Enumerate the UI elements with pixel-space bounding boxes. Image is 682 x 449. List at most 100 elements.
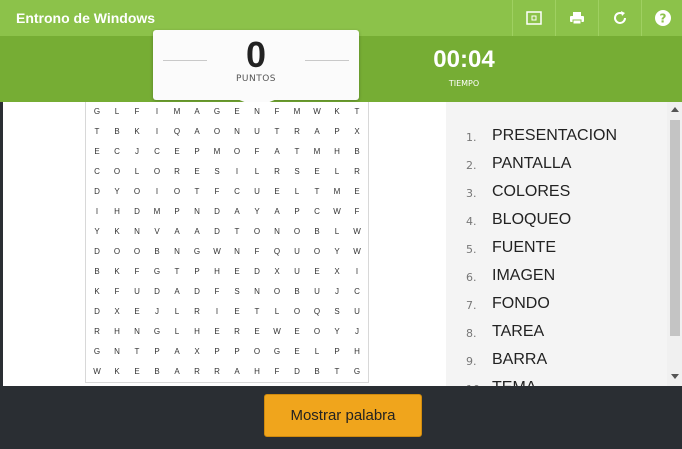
grid-cell[interactable]: A — [167, 342, 187, 362]
grid-cell[interactable]: D — [87, 182, 107, 202]
grid-cell[interactable]: D — [127, 202, 147, 222]
grid-cell[interactable]: H — [247, 362, 267, 382]
grid-cell[interactable]: I — [347, 262, 367, 282]
grid-cell[interactable]: P — [227, 342, 247, 362]
grid-cell[interactable]: O — [127, 182, 147, 202]
grid-cell[interactable]: L — [327, 222, 347, 242]
grid-cell[interactable]: O — [127, 242, 147, 262]
grid-cell[interactable]: M — [207, 142, 227, 162]
grid-cell[interactable]: D — [187, 282, 207, 302]
grid-cell[interactable]: B — [287, 282, 307, 302]
grid-cell[interactable]: I — [227, 162, 247, 182]
grid-cell[interactable]: E — [207, 322, 227, 342]
grid-cell[interactable]: Q — [167, 122, 187, 142]
grid-cell[interactable]: E — [347, 182, 367, 202]
grid-cell[interactable]: D — [207, 202, 227, 222]
grid-cell[interactable]: U — [247, 122, 267, 142]
grid-cell[interactable]: S — [287, 162, 307, 182]
grid-cell[interactable]: E — [127, 302, 147, 322]
grid-cell[interactable]: Y — [87, 222, 107, 242]
grid-cell[interactable]: D — [87, 302, 107, 322]
grid-cell[interactable]: O — [227, 142, 247, 162]
scroll-up-icon[interactable] — [671, 107, 679, 112]
grid-cell[interactable]: U — [247, 182, 267, 202]
grid-cell[interactable]: T — [347, 102, 367, 122]
grid-cell[interactable]: G — [267, 342, 287, 362]
grid-cell[interactable]: X — [107, 302, 127, 322]
grid-cell[interactable]: C — [227, 182, 247, 202]
grid-cell[interactable]: D — [87, 242, 107, 262]
grid-cell[interactable]: I — [87, 202, 107, 222]
grid-cell[interactable]: M — [307, 142, 327, 162]
grid-cell[interactable]: O — [107, 242, 127, 262]
grid-cell[interactable]: K — [87, 282, 107, 302]
grid-cell[interactable]: T — [167, 262, 187, 282]
grid-cell[interactable]: F — [107, 282, 127, 302]
grid-cell[interactable]: A — [187, 122, 207, 142]
grid-cell[interactable]: F — [267, 362, 287, 382]
grid-cell[interactable]: O — [247, 222, 267, 242]
grid-cell[interactable]: T — [227, 222, 247, 242]
grid-cell[interactable]: F — [127, 262, 147, 282]
grid-cell[interactable]: E — [87, 142, 107, 162]
grid-cell[interactable]: R — [227, 322, 247, 342]
grid-cell[interactable]: R — [187, 302, 207, 322]
grid-cell[interactable]: N — [247, 102, 267, 122]
grid-cell[interactable]: T — [287, 142, 307, 162]
grid-cell[interactable]: C — [87, 162, 107, 182]
grid-cell[interactable]: P — [327, 122, 347, 142]
grid-cell[interactable]: D — [247, 262, 267, 282]
grid-cell[interactable]: K — [327, 102, 347, 122]
grid-cell[interactable]: T — [247, 302, 267, 322]
grid-cell[interactable]: B — [147, 362, 167, 382]
grid-cell[interactable]: W — [327, 202, 347, 222]
grid-cell[interactable]: Y — [327, 242, 347, 262]
grid-cell[interactable]: O — [107, 162, 127, 182]
grid-cell[interactable]: I — [207, 302, 227, 322]
grid-cell[interactable]: H — [187, 322, 207, 342]
grid-cell[interactable]: L — [307, 342, 327, 362]
grid-cell[interactable]: A — [227, 362, 247, 382]
grid-cell[interactable]: E — [227, 102, 247, 122]
grid-cell[interactable]: D — [207, 222, 227, 242]
grid-cell[interactable]: X — [267, 262, 287, 282]
grid-cell[interactable]: Y — [327, 322, 347, 342]
grid-cell[interactable]: M — [167, 102, 187, 122]
grid-cell[interactable]: Q — [267, 242, 287, 262]
grid-cell[interactable]: U — [347, 302, 367, 322]
grid-cell[interactable]: M — [287, 102, 307, 122]
grid-cell[interactable]: T — [267, 122, 287, 142]
grid-cell[interactable]: D — [287, 362, 307, 382]
grid-cell[interactable]: O — [287, 302, 307, 322]
grid-cell[interactable]: F — [347, 202, 367, 222]
grid-cell[interactable]: L — [327, 162, 347, 182]
grid-cell[interactable]: M — [147, 202, 167, 222]
grid-cell[interactable]: I — [147, 122, 167, 142]
grid-cell[interactable]: E — [187, 162, 207, 182]
grid-cell[interactable]: A — [167, 282, 187, 302]
grid-cell[interactable]: U — [307, 282, 327, 302]
grid-cell[interactable]: C — [307, 202, 327, 222]
grid-cell[interactable]: L — [167, 302, 187, 322]
grid-cell[interactable]: O — [207, 122, 227, 142]
grid-cell[interactable]: J — [147, 302, 167, 322]
word-list-scrollbar[interactable] — [667, 102, 682, 386]
grid-cell[interactable]: H — [207, 262, 227, 282]
grid-cell[interactable]: E — [307, 162, 327, 182]
grid-cell[interactable]: B — [107, 122, 127, 142]
grid-cell[interactable]: F — [127, 102, 147, 122]
grid-cell[interactable]: P — [187, 262, 207, 282]
grid-cell[interactable]: W — [347, 242, 367, 262]
grid-cell[interactable]: P — [187, 142, 207, 162]
grid-cell[interactable]: F — [267, 102, 287, 122]
grid-cell[interactable]: U — [287, 262, 307, 282]
grid-cell[interactable]: L — [267, 302, 287, 322]
grid-cell[interactable]: Y — [107, 182, 127, 202]
grid-cell[interactable]: A — [227, 202, 247, 222]
grid-cell[interactable]: T — [87, 122, 107, 142]
grid-cell[interactable]: L — [107, 102, 127, 122]
grid-cell[interactable]: N — [107, 342, 127, 362]
grid-cell[interactable]: K — [107, 362, 127, 382]
grid-cell[interactable]: A — [267, 142, 287, 162]
grid-cell[interactable]: R — [267, 162, 287, 182]
